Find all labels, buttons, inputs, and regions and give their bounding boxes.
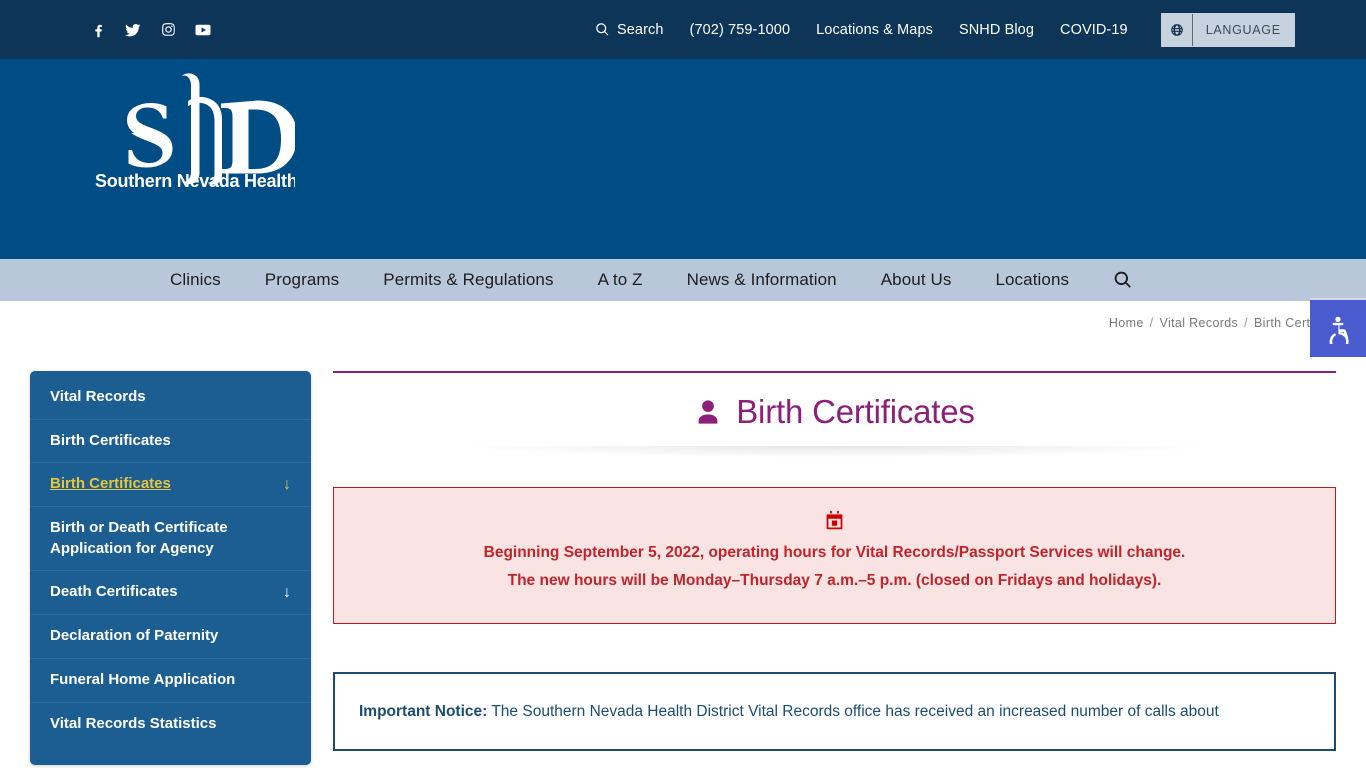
- breadcrumb-item-home[interactable]: Home: [1109, 316, 1144, 330]
- twitter-icon[interactable]: [124, 21, 142, 39]
- sidebar-item-label: Funeral Home Application: [50, 670, 236, 688]
- main-content: Birth Certificates Beginning September 5…: [333, 371, 1336, 765]
- calendar-icon: [354, 510, 1315, 531]
- sidebar-item-vital-records[interactable]: Vital Records: [30, 371, 311, 420]
- alert-line-1: Beginning September 5, 2022, operating h…: [483, 544, 1186, 561]
- nav-item-clinics[interactable]: Clinics: [148, 270, 243, 290]
- chevron-down-icon[interactable]: ↓: [283, 476, 291, 493]
- sidebar-menu: Vital Records Birth Certificates Birth C…: [30, 371, 311, 766]
- important-notice-body: The Southern Nevada Health District Vita…: [491, 703, 1219, 721]
- sidebar-item-label: Birth or Death Certificate Application f…: [50, 519, 228, 557]
- sidebar-item-label: Death Certificates: [50, 583, 178, 601]
- search-icon: [595, 22, 610, 37]
- nav-item-programs[interactable]: Programs: [243, 270, 362, 290]
- nav-item-a-to-z[interactable]: A to Z: [576, 270, 665, 290]
- top-link-label: Search: [617, 21, 664, 38]
- important-notice-box: Important Notice: The Southern Nevada He…: [333, 672, 1336, 752]
- facebook-icon[interactable]: [89, 21, 107, 39]
- sidebar-item-label: Birth Certificates: [50, 431, 171, 449]
- sidebar-item-birth-or-death-certificate-application-for-agency[interactable]: Birth or Death Certificate Application f…: [30, 507, 311, 572]
- main-navigation: Clinics Programs Permits & Regulations A…: [0, 257, 1366, 301]
- language-selector[interactable]: LANGUAGE: [1160, 12, 1295, 47]
- top-link-label: (702) 759-1000: [689, 21, 791, 38]
- sidebar-item-birth-certificates-active[interactable]: Birth Certificates ↓: [30, 463, 311, 508]
- top-utility-bar: Search (702) 759-1000 Locations & Maps S…: [0, 0, 1366, 59]
- youtube-icon[interactable]: [194, 21, 212, 39]
- page-title: Birth Certificates: [333, 373, 1336, 446]
- page-title-text: Birth Certificates: [736, 393, 975, 430]
- accessibility-widget-button[interactable]: [1310, 298, 1366, 357]
- top-nav-links: Search (702) 759-1000 Locations & Maps S…: [582, 0, 1295, 59]
- globe-icon: [1161, 13, 1193, 46]
- sidebar-item-label: Declaration of Paternity: [50, 627, 219, 645]
- nav-item-permits-regulations[interactable]: Permits & Regulations: [361, 270, 575, 290]
- title-shadow: [393, 446, 1276, 462]
- top-link-snhd-blog[interactable]: SNHD Blog: [946, 22, 1047, 38]
- sidebar-item-label: Birth Certificates: [50, 475, 171, 493]
- chevron-down-icon[interactable]: ↓: [283, 584, 291, 601]
- top-link-search[interactable]: Search: [582, 22, 677, 38]
- instagram-icon[interactable]: [159, 21, 177, 39]
- top-link-label: SNHD Blog: [958, 21, 1035, 38]
- top-link-covid-19[interactable]: COVID-19: [1047, 22, 1141, 38]
- important-notice-label: Important Notice:: [359, 703, 488, 721]
- operating-hours-alert: Beginning September 5, 2022, operating h…: [333, 487, 1336, 625]
- nav-item-locations[interactable]: Locations: [973, 270, 1091, 290]
- breadcrumb-separator: /: [1149, 316, 1154, 330]
- important-notice-text: Important Notice: The Southern Nevada He…: [359, 698, 1312, 725]
- snhd-logo[interactable]: Southern Nevada Health District: [90, 71, 295, 196]
- top-link-phone[interactable]: (702) 759-1000: [677, 22, 804, 38]
- sidebar-item-death-certificates[interactable]: Death Certificates ↓: [30, 571, 311, 616]
- sidebar-item-funeral-home-application[interactable]: Funeral Home Application: [30, 659, 311, 703]
- language-label: LANGUAGE: [1192, 13, 1294, 46]
- top-link-label: COVID-19: [1060, 21, 1128, 38]
- alert-line-2: The new hours will be Monday–Thursday 7 …: [507, 572, 1162, 590]
- sidebar-item-label: Vital Records Statistics: [50, 714, 217, 732]
- site-masthead: Southern Nevada Health District: [0, 59, 1366, 257]
- user-icon: [694, 398, 722, 426]
- sidebar-item-vital-records-statistics[interactable]: Vital Records Statistics: [30, 703, 311, 746]
- breadcrumb-separator: /: [1244, 316, 1248, 330]
- nav-search-icon[interactable]: [1091, 270, 1155, 290]
- social-links: [89, 21, 212, 39]
- page-body: Vital Records Birth Certificates Birth C…: [0, 345, 1366, 766]
- sidebar-item-declaration-of-paternity[interactable]: Declaration of Paternity: [30, 615, 311, 659]
- top-link-locations-maps[interactable]: Locations & Maps: [803, 22, 946, 38]
- breadcrumb-bar: Home / Vital Records / Birth Certificate…: [0, 298, 1366, 357]
- breadcrumb-item-vital-records[interactable]: Vital Records: [1160, 316, 1239, 330]
- svg-text:Southern Nevada Health Distric: Southern Nevada Health District: [95, 171, 295, 191]
- sidebar-item-label: Vital Records: [50, 388, 146, 405]
- nav-item-about-us[interactable]: About Us: [859, 270, 974, 290]
- sidebar-item-birth-certificates-parent[interactable]: Birth Certificates: [30, 420, 311, 464]
- nav-item-news-information[interactable]: News & Information: [665, 270, 859, 290]
- top-link-label: Locations & Maps: [816, 21, 933, 38]
